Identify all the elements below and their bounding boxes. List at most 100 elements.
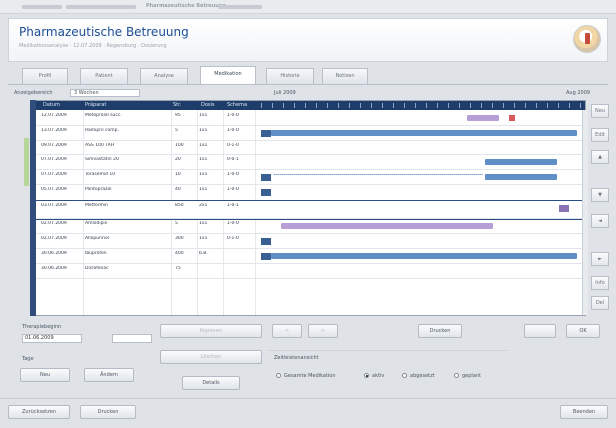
selection-indicator <box>24 138 29 186</box>
vertical-scrollbar[interactable] <box>582 110 588 315</box>
table-row[interactable]: 05.07.2009 Pantoprazol 40 1x1 1-0-0 <box>31 185 585 201</box>
cell-schema: 1-0-1 <box>227 203 239 208</box>
cell-strength: 95 <box>175 113 181 118</box>
cell-date: 30.06.2009 <box>41 266 67 271</box>
radio-all[interactable] <box>276 373 281 378</box>
tab-medikation[interactable]: Medikation <box>200 66 256 84</box>
edit-button[interactable]: Ändern <box>84 368 134 382</box>
cell-date: 13.07.2009 <box>41 128 67 133</box>
table-row[interactable]: 02.07.2009 Allopurinol 300 1x1 0-1-0 <box>31 234 585 249</box>
col-header-dose[interactable]: Dosis <box>201 102 215 108</box>
cell-schema: 1-0-0 <box>227 172 239 177</box>
scroll-left-button[interactable]: ◄ <box>591 214 609 228</box>
cell-schema: 1-0-0 <box>227 187 239 192</box>
previous-button[interactable]: < <box>272 324 302 338</box>
table-row[interactable]: 12.07.2009 Metoprolol succ. 95 1x1 1-0-0 <box>31 111 585 126</box>
radio-planned[interactable] <box>454 373 459 378</box>
cell-schema: 1-0-0 <box>227 113 239 118</box>
cell-schema: 0-1-0 <box>227 143 239 148</box>
radio-planned-label: geplant <box>462 373 482 379</box>
ok-button[interactable]: OK <box>566 324 600 338</box>
cell-date: 05.07.2009 <box>41 187 67 192</box>
timeline-bar[interactable] <box>559 205 569 212</box>
timeline-tick <box>459 103 460 108</box>
radio-active[interactable] <box>364 373 369 378</box>
timeline-bar[interactable] <box>485 159 557 165</box>
side-button-info[interactable]: Info <box>591 276 609 290</box>
timeline-bar[interactable] <box>467 115 499 121</box>
days-field[interactable] <box>112 334 152 343</box>
timeline-tick <box>305 103 306 108</box>
cell-dose: b.B. <box>199 251 208 256</box>
tab-profil[interactable]: Profil <box>22 68 68 84</box>
next-button[interactable]: > <box>308 324 338 338</box>
timeline-bar[interactable] <box>509 115 515 121</box>
start-date-label: Therapiebeginn <box>22 324 62 330</box>
side-button-label: Edit <box>595 132 605 138</box>
table-row[interactable]: 09.07.2009 ASS 100 TAH 100 1x1 0-1-0 <box>31 141 585 155</box>
cell-name: Amlodipin <box>85 221 108 226</box>
timeline-bar[interactable] <box>261 238 271 245</box>
timeline-tick <box>448 103 449 108</box>
app-subtitle: Medikationsanalyse · 12.07.2009 · Regens… <box>19 43 167 49</box>
radio-stopped[interactable] <box>402 373 407 378</box>
side-button-new[interactable]: Neu <box>591 104 609 118</box>
cell-schema: 0-1-0 <box>227 236 239 241</box>
medication-timeline-grid[interactable]: Datum Präparat Str. Dosis Schema 12.07.2… <box>30 100 586 316</box>
cell-dose: 2x1 <box>199 203 208 208</box>
cell-dose: 1x1 <box>199 221 208 226</box>
radio-all-label: Gesamte Medikation <box>284 373 336 379</box>
radio-stopped-label: abgesetzt <box>410 373 435 379</box>
range-select[interactable]: 3 Wochen <box>70 89 140 97</box>
table-row[interactable]: 03.07.2009 Metformin 850 2x1 1-0-1 <box>31 200 585 220</box>
col-header-schema[interactable]: Schema <box>227 102 247 108</box>
timeline-tick <box>338 103 339 108</box>
side-button-edit[interactable]: Edit <box>591 128 609 142</box>
table-row[interactable]: 30.06.2009 Diclofenac 75 <box>31 264 585 279</box>
timeline-bar[interactable] <box>281 223 493 229</box>
cell-date: 09.07.2009 <box>41 143 67 148</box>
timeline-bar[interactable] <box>261 253 271 260</box>
move-up-button[interactable]: ▲ <box>591 150 609 164</box>
timeline-tick <box>349 103 350 108</box>
tab-divider <box>8 84 608 85</box>
app-header: Pharmazeutische Betreuung Medikationsana… <box>8 18 608 62</box>
cell-dose: 1x1 <box>199 143 208 148</box>
timeline-bar[interactable] <box>261 174 271 181</box>
timeline-tick <box>481 103 482 108</box>
cell-schema: 0-0-1 <box>227 157 239 162</box>
col-header-date[interactable]: Datum <box>43 102 60 108</box>
cell-name: Allopurinol <box>85 236 109 241</box>
timeline-bar[interactable] <box>271 253 577 259</box>
details-button[interactable]: Details <box>182 376 240 390</box>
timeline-tick <box>371 103 372 108</box>
timeline-bar[interactable] <box>261 130 271 137</box>
print-button[interactable]: Drucken <box>418 324 462 338</box>
tab-historie[interactable]: Historie <box>266 68 314 84</box>
col-header-strength[interactable]: Str. <box>173 102 181 108</box>
cell-date: 02.07.2009 <box>41 236 67 241</box>
cell-strength: 40 <box>175 187 181 192</box>
new-button[interactable]: Neu <box>20 368 70 382</box>
start-date-field[interactable]: 01.06.2009 <box>22 334 82 343</box>
arrow-right-icon: ► <box>598 256 602 262</box>
timeline-bar[interactable] <box>261 189 271 196</box>
tab-patient[interactable]: Patient <box>80 68 128 84</box>
move-down-button[interactable]: ▼ <box>591 188 609 202</box>
reset-button[interactable]: Zurücksetzen <box>8 405 70 419</box>
col-header-name[interactable]: Präparat <box>85 102 106 108</box>
delete-button[interactable]: Löschen <box>160 350 262 364</box>
timeline-bar[interactable] <box>271 130 577 136</box>
timeline-bar[interactable] <box>485 174 557 180</box>
tab-notizen[interactable]: Notizen <box>322 68 368 84</box>
tab-label: Patient <box>95 73 113 79</box>
exit-button[interactable]: Beenden <box>560 405 608 419</box>
copy-button[interactable]: Kopieren <box>160 324 262 338</box>
ok-button-left[interactable] <box>524 324 556 338</box>
print-report-button[interactable]: Drucken <box>80 405 136 419</box>
timeline-bar[interactable] <box>273 174 483 175</box>
scroll-right-button[interactable]: ► <box>591 252 609 266</box>
tab-analyse[interactable]: Analyse <box>140 68 188 84</box>
side-button-label: Del <box>595 300 605 306</box>
side-button-delete[interactable]: Del <box>591 296 609 310</box>
